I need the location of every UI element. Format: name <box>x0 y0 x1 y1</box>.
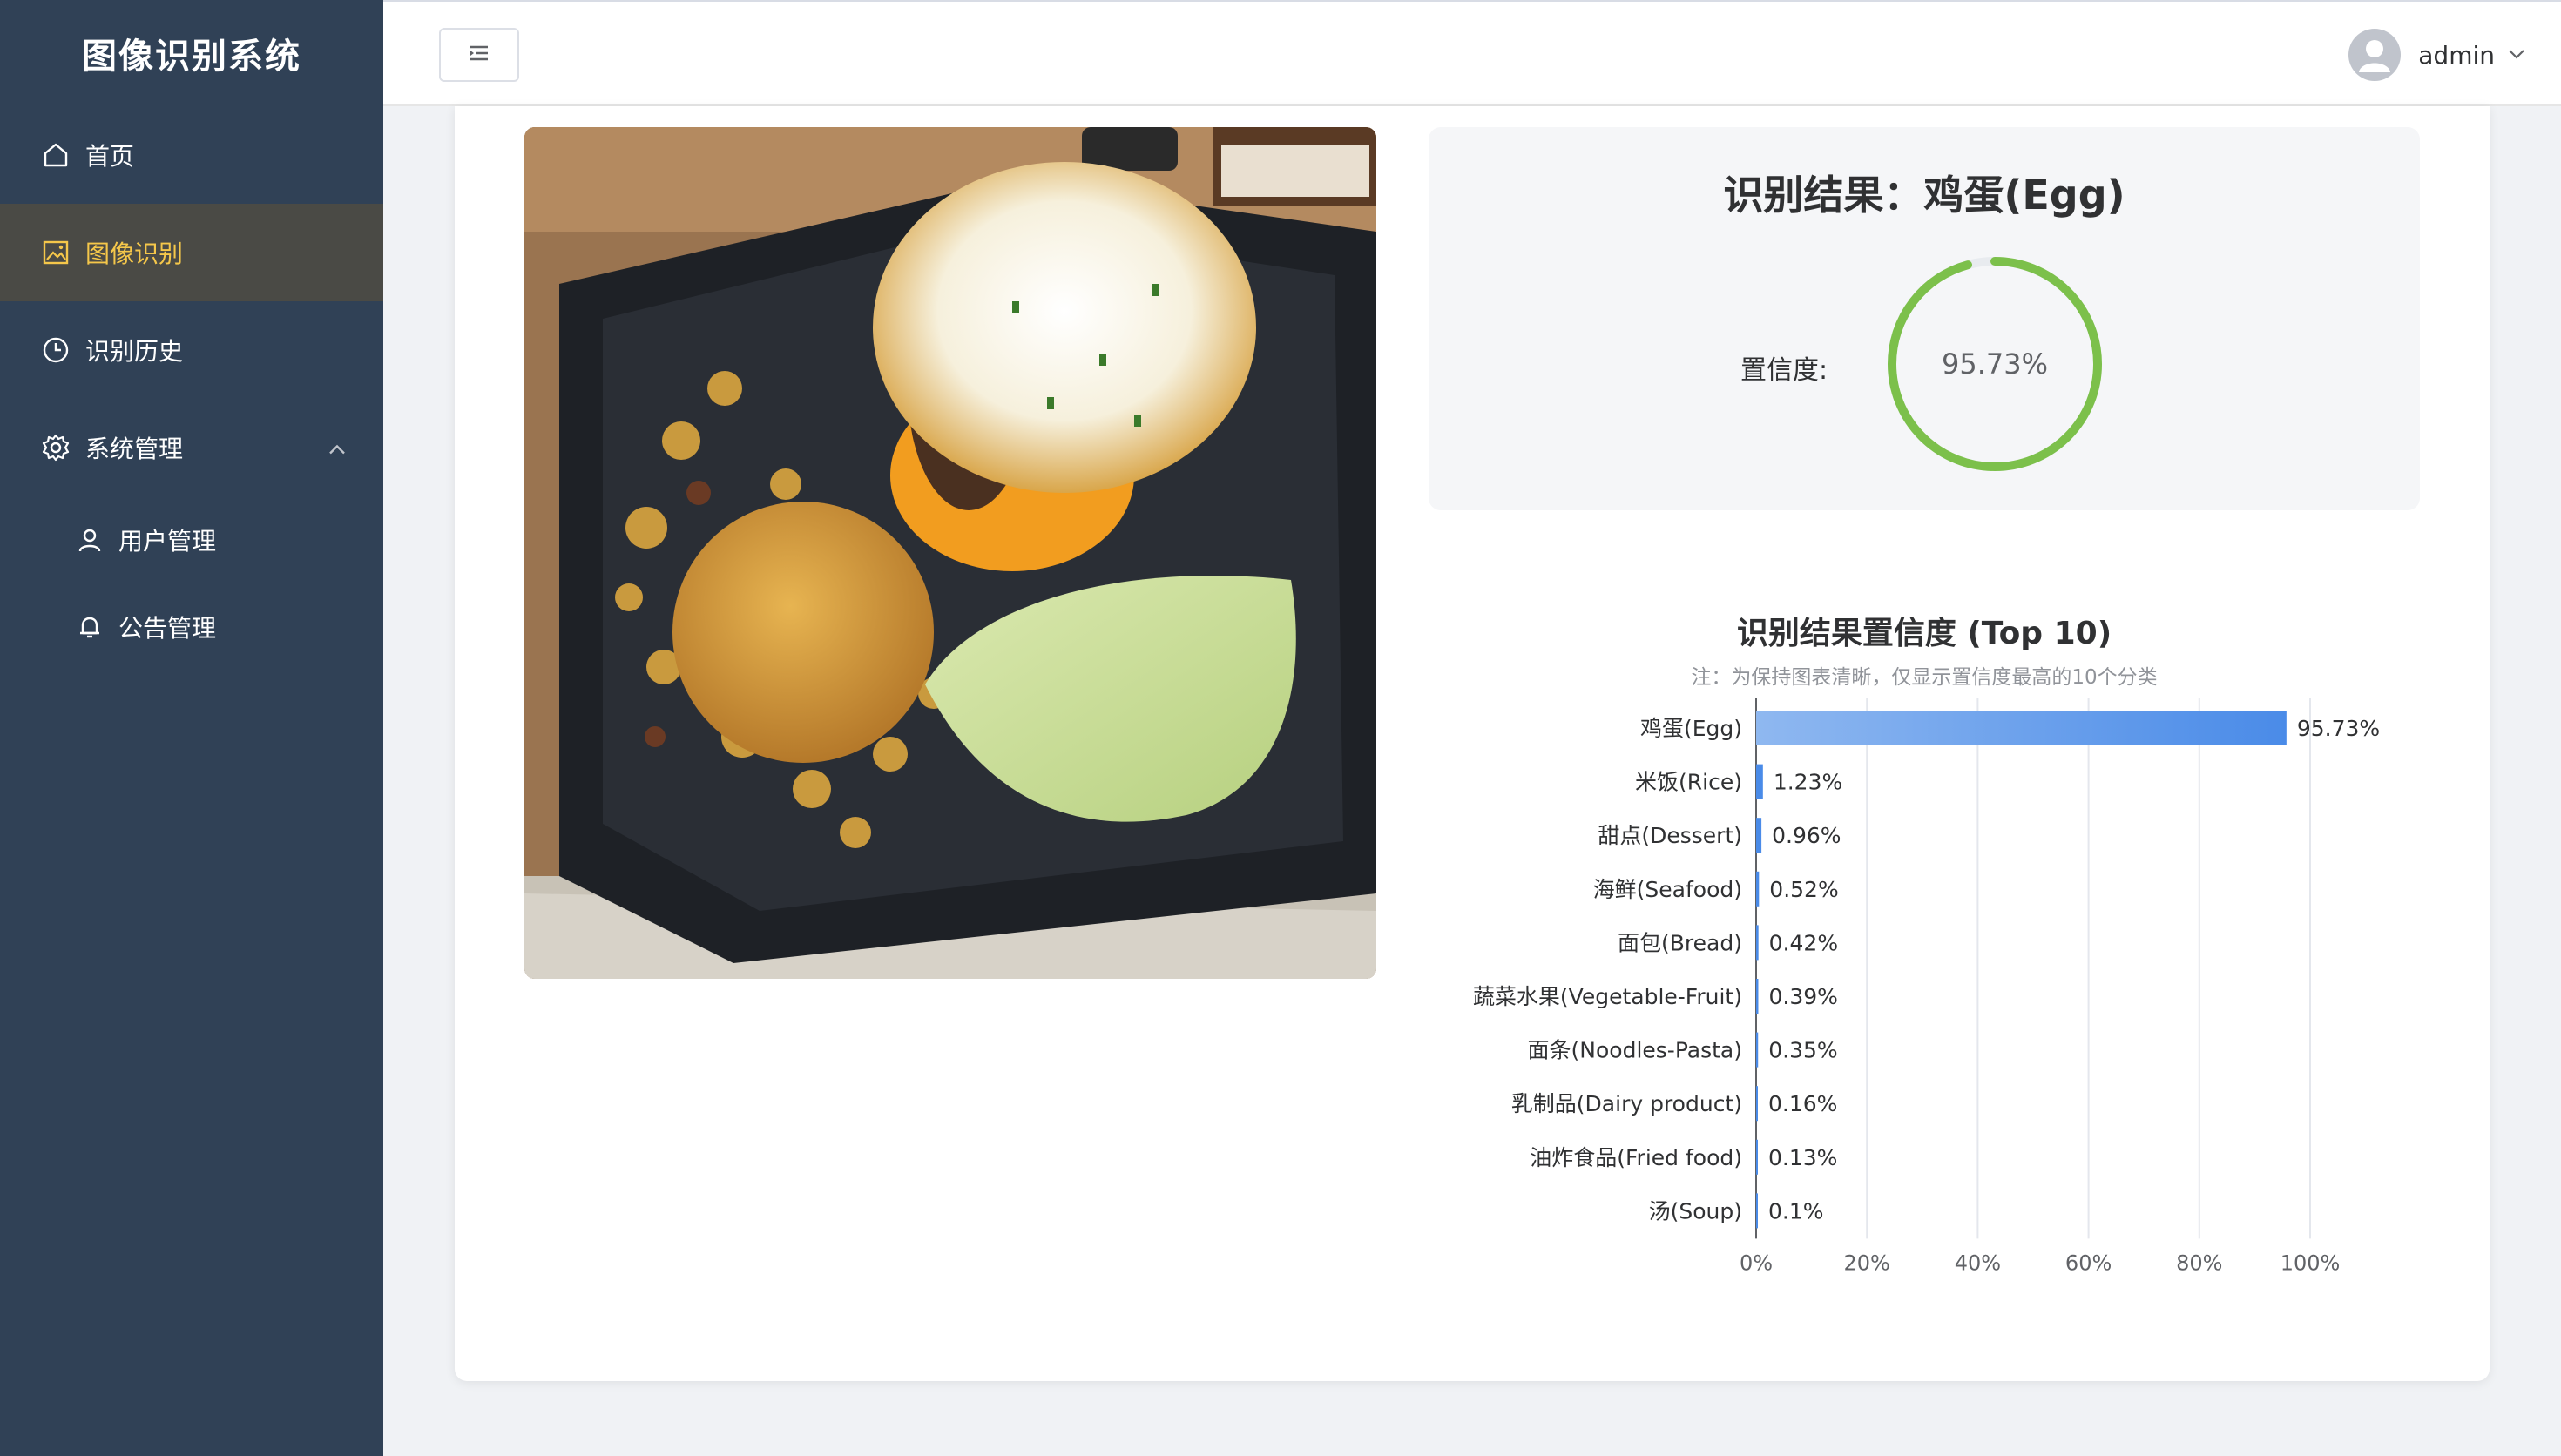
user-dropdown[interactable]: admin <box>2348 28 2526 82</box>
chart-value-label: 0.39% <box>1768 984 1837 1009</box>
chart-value-label: 0.13% <box>1768 1145 1837 1170</box>
chart-bar <box>1756 818 1762 853</box>
menu-fold-icon <box>469 44 490 65</box>
chart-category-label: 甜点(Dessert) <box>1598 823 1742 848</box>
chart-x-tick-label: 20% <box>1844 1250 1890 1271</box>
chart-value-label: 95.73% <box>2297 716 2380 741</box>
chart-category-label: 面包(Bread) <box>1618 930 1742 955</box>
chart-category-label: 海鲜(Seafood) <box>1593 877 1742 902</box>
chart-x-tick-label: 60% <box>2065 1250 2112 1271</box>
username[interactable]: admin <box>2418 41 2495 70</box>
sidebar-item-label: 首页 <box>85 142 135 171</box>
chart-bar <box>1756 764 1763 799</box>
app-title: 图像识别系统 <box>82 37 301 77</box>
chart-x-tick-label: 0% <box>1740 1250 1773 1271</box>
chart-value-label: 0.35% <box>1768 1038 1837 1063</box>
chart-value-label: 0.42% <box>1769 930 1838 955</box>
chart-value-label: 0.52% <box>1769 877 1838 902</box>
sidebar-item-label: 系统管理 <box>85 435 184 463</box>
confidence-bar-chart: 0% 20% 40% 60% 80% 100% 鸡蛋(Egg) 95.73% 米饭(Rice) 1… <box>1473 698 2380 1271</box>
chart-category-label: 乳制品(Dairy product) <box>1511 1091 1742 1116</box>
sidebar-item-label: 公告管理 <box>118 614 217 643</box>
image-icon <box>40 237 71 268</box>
clock-icon <box>40 334 71 366</box>
confidence-value: 95.73% <box>1941 347 2048 381</box>
chevron-up-icon <box>328 434 347 462</box>
sidebar-item-system[interactable]: 系统管理 <box>0 399 383 496</box>
uploaded-food-image <box>524 127 1376 979</box>
chevron-down-icon <box>2507 47 2526 64</box>
chart-bar <box>1756 1086 1758 1122</box>
sidebar-item-label: 图像识别 <box>85 239 184 268</box>
chart-value-label: 0.16% <box>1768 1091 1837 1116</box>
sidebar-toggle-button[interactable] <box>439 28 519 82</box>
chart-category-label: 蔬菜水果(Vegetable-Fruit) <box>1473 984 1742 1009</box>
chart-value-label: 0.96% <box>1772 823 1841 848</box>
chart-value-label: 1.23% <box>1774 770 1842 795</box>
chart-x-tick-label: 100% <box>2281 1250 2341 1271</box>
chart-x-tick-label: 80% <box>2176 1250 2222 1271</box>
sidebar-item-history[interactable]: 识别历史 <box>0 301 383 399</box>
top-header: admin <box>383 0 2561 106</box>
chart-value-label: 0.1% <box>1768 1198 1824 1223</box>
chart-bar <box>1756 1032 1759 1068</box>
app-layout: 图像识别系统 首页 图像识别 识别历史 系统管理 用户管理 公告管理 admin… <box>0 0 2561 1456</box>
sidebar-item-label: 识别历史 <box>85 337 184 366</box>
chart-category-label: 汤(Soup) <box>1649 1198 1742 1223</box>
chart-bar <box>1756 1139 1758 1175</box>
chart-bar <box>1756 711 2287 745</box>
sidebar: 图像识别系统 首页 图像识别 识别历史 系统管理 用户管理 公告管理 <box>0 0 383 1456</box>
avatar[interactable] <box>2348 29 2402 81</box>
confidence-label: 置信度: <box>1740 355 1828 386</box>
home-icon <box>40 139 71 171</box>
chart-x-tick-label: 40% <box>1955 1250 2001 1271</box>
user-icon <box>75 525 105 555</box>
chart-bar <box>1756 871 1760 907</box>
chart-title: 识别结果置信度 (Top 10) <box>1736 616 2112 651</box>
sidebar-item-label: 用户管理 <box>118 527 217 556</box>
chart-bar <box>1756 925 1759 961</box>
sidebar-item-notices[interactable]: 公告管理 <box>0 583 383 671</box>
chart-category-label: 米饭(Rice) <box>1635 770 1742 795</box>
result-summary-panel: 识别结果：鸡蛋(Egg) 置信度: 95.73% <box>1429 127 2420 510</box>
sidebar-item-users[interactable]: 用户管理 <box>0 496 383 583</box>
sidebar-item-image-recognition[interactable]: 图像识别 <box>0 204 383 301</box>
chart-category-label: 鸡蛋(Egg) <box>1640 716 1742 741</box>
bell-icon <box>75 612 105 642</box>
chart-bar <box>1756 979 1759 1014</box>
chart-category-label: 面条(Noodles-Pasta) <box>1528 1038 1742 1063</box>
chart-bar <box>1756 1193 1758 1229</box>
sidebar-item-home[interactable]: 首页 <box>0 106 383 204</box>
gear-icon <box>40 432 71 463</box>
chart-category-label: 油炸食品(Fried food) <box>1530 1145 1742 1170</box>
result-title: 识别结果：鸡蛋(Egg) <box>1723 172 2125 219</box>
